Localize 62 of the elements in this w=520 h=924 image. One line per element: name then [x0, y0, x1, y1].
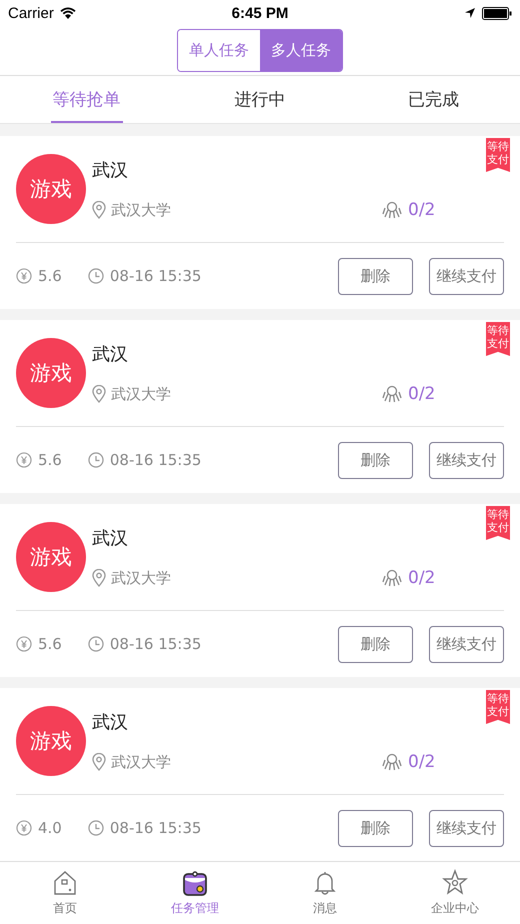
- status-ribbon: 等待支付: [486, 690, 510, 724]
- clipboard-icon: [182, 869, 208, 897]
- bell-icon: [312, 869, 338, 897]
- yen-icon: [16, 636, 32, 652]
- price-text: 5.6: [38, 451, 62, 469]
- location-pin-icon: [92, 569, 106, 587]
- time-text: 08-16 15:35: [110, 819, 202, 837]
- price-text: 5.6: [38, 267, 62, 285]
- category-badge: 游戏: [16, 706, 86, 776]
- action-button[interactable]: 删除: [338, 810, 413, 846]
- wifi-icon: [60, 7, 76, 20]
- location-text: 武汉大学: [111, 200, 171, 220]
- action-button[interactable]: 继续支付: [429, 626, 504, 662]
- yen-icon: [16, 820, 32, 836]
- time-text: 08-16 15:35: [110, 267, 202, 285]
- carrier-name: Carrier: [8, 4, 54, 22]
- star-icon: [442, 869, 468, 897]
- participant-count: 0/2: [408, 568, 436, 588]
- action-button[interactable]: 继续支付: [429, 810, 504, 846]
- action-button[interactable]: 继续支付: [429, 442, 504, 478]
- time-text: 08-16 15:35: [110, 451, 202, 469]
- action-button[interactable]: 删除: [338, 258, 413, 294]
- location-pin-icon: [92, 385, 106, 403]
- location-text: 武汉大学: [111, 384, 171, 404]
- yen-icon: [16, 452, 32, 468]
- people-icon: [382, 385, 402, 403]
- task-title: 武汉: [92, 527, 128, 550]
- price-text: 5.6: [38, 635, 62, 653]
- location-text: 武汉大学: [111, 568, 171, 588]
- status-ribbon: 等待支付: [486, 138, 510, 172]
- people-icon: [382, 753, 402, 771]
- task-title: 武汉: [92, 711, 128, 734]
- clock-icon: [88, 820, 104, 836]
- location-pin-icon: [92, 753, 106, 771]
- people-icon: [382, 569, 402, 587]
- participant-count: 0/2: [408, 200, 436, 220]
- status-ribbon: 等待支付: [486, 322, 510, 356]
- category-badge: 游戏: [16, 522, 86, 592]
- location-arrow-icon: [464, 7, 476, 20]
- status-ribbon: 等待支付: [486, 506, 510, 540]
- action-button[interactable]: 删除: [338, 442, 413, 478]
- house-icon: [52, 869, 78, 897]
- yen-icon: [16, 268, 32, 284]
- category-badge: 游戏: [16, 338, 86, 408]
- location-pin-icon: [92, 201, 106, 219]
- segment-tab[interactable]: 多人任务: [260, 30, 342, 72]
- price-text: 4.0: [38, 819, 62, 837]
- battery-icon: [482, 6, 512, 20]
- task-title: 武汉: [92, 343, 128, 366]
- status-time: 6:45 PM: [232, 4, 288, 22]
- action-button[interactable]: 继续支付: [429, 258, 504, 294]
- location-text: 武汉大学: [111, 752, 171, 772]
- task-title: 武汉: [92, 159, 128, 182]
- participant-count: 0/2: [408, 384, 436, 404]
- time-text: 08-16 15:35: [110, 635, 202, 653]
- participant-count: 0/2: [408, 752, 436, 772]
- clock-icon: [88, 452, 104, 468]
- clock-icon: [88, 268, 104, 284]
- people-icon: [382, 201, 402, 219]
- action-button[interactable]: 删除: [338, 626, 413, 662]
- category-badge: 游戏: [16, 154, 86, 224]
- clock-icon: [88, 636, 104, 652]
